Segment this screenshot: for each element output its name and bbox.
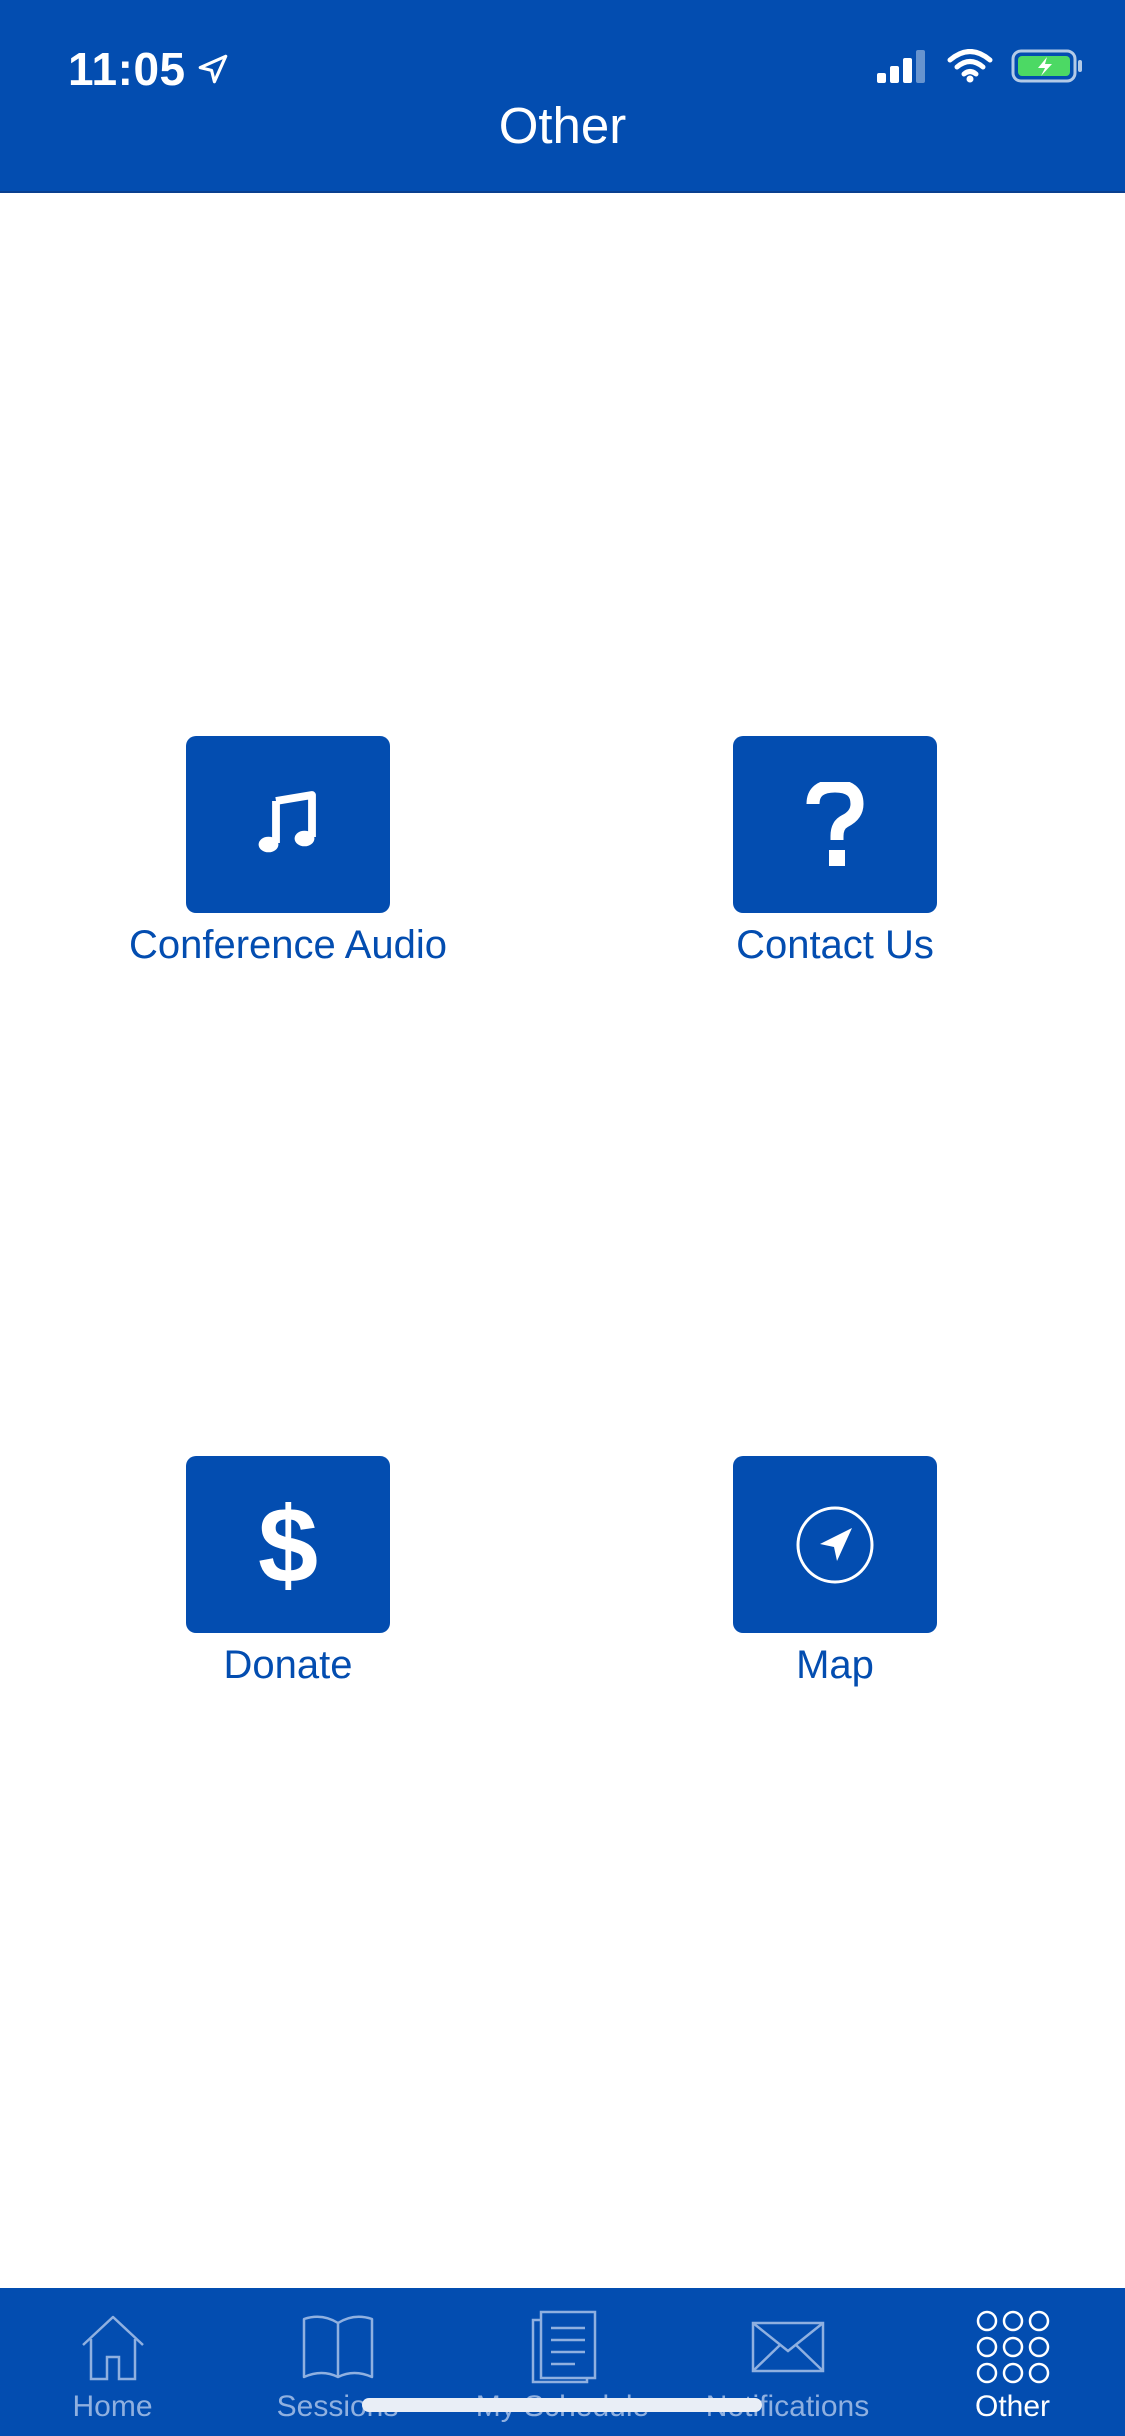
location-arrow-icon: [198, 54, 227, 84]
tab-other-label: Other: [974, 2390, 1051, 2423]
donate-button[interactable]: $: [186, 1456, 390, 1633]
tab-sessions[interactable]: Sessions: [225, 2288, 450, 2436]
envelope-icon: [751, 2321, 824, 2373]
contact-us-button[interactable]: [733, 736, 937, 913]
tab-home-label: Home: [72, 2390, 153, 2423]
conference-audio-button[interactable]: [186, 736, 390, 913]
map-button[interactable]: [733, 1456, 937, 1633]
grid-dots-icon: [976, 2310, 1049, 2384]
page-title: Other: [498, 97, 627, 154]
home-icon: [81, 2315, 144, 2381]
donate-label: Donate: [223, 1643, 353, 1687]
home-indicator[interactable]: [362, 2398, 762, 2412]
music-note-icon: [258, 790, 316, 852]
tab-notifications[interactable]: Notifications: [675, 2288, 900, 2436]
donate-tile[interactable]: $ Donate: [108, 1456, 468, 1689]
contact-us-label: Contact Us: [736, 923, 934, 967]
dollar-sign-icon: $: [257, 1483, 319, 1605]
book-icon: [302, 2315, 373, 2379]
tab-bar: Home Sessions My Schedule: [0, 2288, 1125, 2436]
map-label: Map: [796, 1643, 874, 1687]
contact-us-tile[interactable]: Contact Us: [655, 736, 1015, 969]
conference-audio-tile[interactable]: Conference Audio: [108, 736, 468, 969]
conference-audio-label: Conference Audio: [128, 923, 447, 967]
document-list-icon: [531, 2310, 596, 2384]
battery-charging-icon: [1011, 49, 1082, 83]
tab-my-schedule[interactable]: My Schedule: [450, 2288, 675, 2436]
status-time: 11:05: [68, 42, 230, 96]
cellular-signal-icon: [877, 50, 925, 83]
header-bar: 11:05 Other: [0, 0, 1125, 193]
question-mark-icon: [806, 781, 864, 866]
status-time-text: 11:05: [68, 43, 186, 95]
wifi-icon: [947, 49, 993, 83]
tab-home[interactable]: Home: [0, 2288, 225, 2436]
map-tile[interactable]: Map: [655, 1456, 1015, 1689]
tab-other[interactable]: Other: [900, 2288, 1125, 2436]
compass-navigation-icon: [796, 1506, 874, 1583]
status-indicators: [875, 48, 1085, 84]
